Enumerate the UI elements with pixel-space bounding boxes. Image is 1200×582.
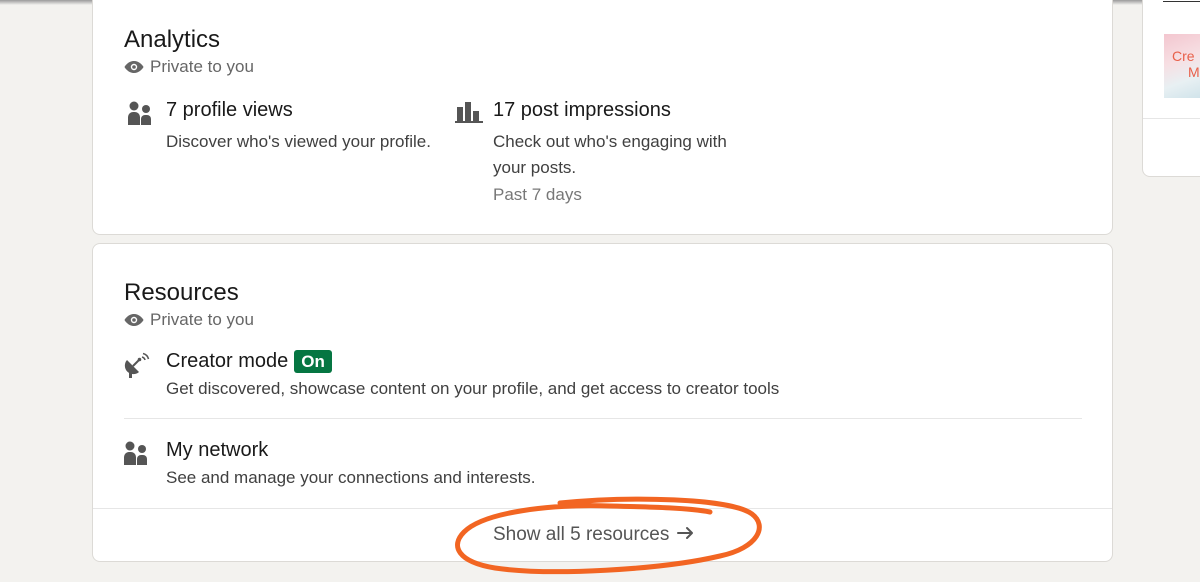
resource-title: Creator mode On [166, 350, 332, 373]
sidebar-divider [1143, 118, 1200, 119]
metric-description: Check out who's engaging with your posts… [493, 132, 727, 177]
profile-views-metric[interactable]: 7 profile views Discover who's viewed yo… [128, 99, 431, 179]
creator-mode-label: Creator mode [166, 350, 289, 372]
eye-icon [124, 313, 144, 327]
metric-title: 7 profile views [166, 99, 293, 121]
analytics-visibility: Private to you [124, 57, 254, 77]
satellite-dish-icon [124, 352, 150, 383]
promo-thumb-text: Cre [1172, 48, 1195, 64]
eye-icon [124, 60, 144, 74]
metric-timeframe: Past 7 days [493, 185, 582, 204]
status-badge: On [294, 350, 332, 373]
arrow-right-icon [677, 524, 695, 546]
metric-description: Discover who's viewed your profile. [166, 132, 431, 151]
show-all-label: Show all 5 resources [493, 524, 670, 545]
analytics-card: Analytics Private to you 7 profile views… [92, 0, 1113, 235]
sidebar-ad-card[interactable]: Cre M [1142, 0, 1200, 177]
resources-visibility: Private to you [124, 310, 254, 330]
people-icon [124, 441, 150, 470]
resources-card: Resources Private to you Creator mode On… [92, 243, 1113, 562]
resources-title: Resources [124, 279, 239, 306]
show-all-resources-button[interactable]: Show all 5 resources [493, 524, 695, 546]
visibility-label: Private to you [150, 310, 254, 329]
resource-description: Get discovered, showcase content on your… [166, 379, 780, 398]
metric-title: 17 post impressions [493, 99, 671, 121]
resource-title: My network [166, 439, 268, 462]
footer-divider [93, 508, 1112, 509]
resource-description: See and manage your connections and inte… [166, 468, 536, 487]
bar-chart-icon [455, 101, 483, 128]
post-impressions-metric[interactable]: 17 post impressions Check out who's enga… [455, 99, 775, 204]
resource-creator-mode[interactable]: Creator mode On Get discovered, showcase… [124, 350, 1082, 410]
visibility-label: Private to you [150, 57, 254, 76]
sidebar-top-line [1163, 1, 1200, 2]
promo-thumbnail[interactable]: Cre M [1164, 34, 1200, 98]
analytics-title: Analytics [124, 26, 221, 53]
resource-divider [124, 418, 1082, 419]
my-network-label: My network [166, 439, 269, 461]
promo-thumb-text-2: M [1188, 64, 1200, 80]
resource-my-network[interactable]: My network See and manage your connectio… [124, 439, 1082, 494]
people-icon [128, 101, 154, 130]
